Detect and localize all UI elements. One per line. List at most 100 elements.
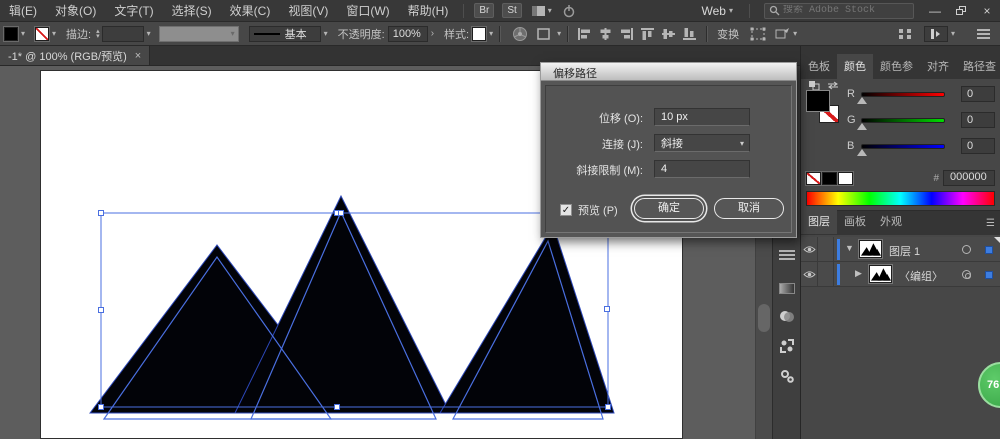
bounding-box-icon[interactable] (750, 27, 766, 41)
miter-limit-input[interactable] (654, 160, 750, 178)
fill-color-swatch[interactable] (3, 25, 19, 42)
panel-menu-icon[interactable]: ☰ (986, 218, 995, 234)
minimize-button[interactable]: — (922, 0, 948, 22)
isolate-selection-icon[interactable] (774, 27, 790, 41)
stroke-weight-field[interactable] (101, 25, 144, 42)
chevron-down-icon[interactable]: ▾ (557, 29, 561, 38)
tab-外观[interactable]: 外观 (873, 209, 909, 234)
expand-layer-icon[interactable]: ▼ (845, 243, 854, 253)
dialog-title[interactable]: 偏移路径 (541, 63, 796, 81)
opacity-panel-arrow-icon[interactable]: › (431, 28, 434, 39)
selection-indicator[interactable] (985, 271, 993, 279)
stock-button[interactable]: St (502, 3, 522, 18)
layer-thumbnail[interactable] (858, 239, 883, 259)
channel-slider[interactable] (861, 144, 945, 149)
actions-panel-icon[interactable] (779, 368, 795, 384)
tab-色板[interactable]: 色板 (801, 54, 837, 79)
tab-颜色[interactable]: 颜色 (837, 54, 873, 79)
arrange-documents-button[interactable]: ▾ (531, 5, 552, 16)
restore-button[interactable] (948, 0, 974, 22)
stroke-color-swatch[interactable] (34, 25, 51, 42)
shape-properties-icon[interactable] (536, 27, 552, 41)
align-top-icon[interactable] (640, 27, 655, 41)
align-vertical-center-icon[interactable] (661, 27, 676, 41)
tab-对齐[interactable]: 对齐 (920, 54, 956, 79)
menu-效果(C)[interactable]: 效果(C) (221, 0, 280, 22)
group-name[interactable]: 〈编组〉 (899, 268, 943, 284)
target-circle-double-icon[interactable] (962, 270, 971, 279)
chevron-down-icon[interactable]: ▾ (324, 29, 328, 38)
chevron-down-icon[interactable]: ▾ (489, 29, 493, 38)
align-right-icon[interactable] (619, 27, 634, 41)
transparency-panel-icon[interactable] (779, 308, 795, 324)
symbols-panel-icon[interactable] (779, 338, 795, 354)
scrollbar-thumb[interactable] (758, 304, 770, 332)
menu-对象(O)[interactable]: 对象(O) (46, 0, 105, 22)
gradient-panel-icon[interactable] (779, 283, 795, 294)
brush-definition-dropdown[interactable]: 基本 (248, 25, 321, 42)
layer-row[interactable]: ▶ 〈编组〉 (801, 262, 1000, 287)
workspace-switcher[interactable]: Web ▾ (692, 4, 743, 18)
visibility-toggle[interactable] (801, 262, 818, 287)
ok-button[interactable]: 确定 (634, 198, 704, 219)
menu-窗口(W)[interactable]: 窗口(W) (337, 0, 398, 22)
align-horizontal-center-icon[interactable] (598, 27, 613, 41)
color-spectrum-bar[interactable] (806, 191, 995, 206)
tab-图层[interactable]: 图层 (801, 209, 837, 234)
stroke-panel-icon[interactable] (779, 248, 795, 264)
search-input[interactable] (783, 5, 903, 16)
recolor-artwork-icon[interactable] (512, 26, 528, 42)
hex-color-field[interactable]: 000000 (943, 170, 995, 186)
preview-control[interactable]: ✓ 预览 (P) (560, 202, 618, 218)
transform-label[interactable]: 变换 (717, 26, 739, 42)
menu-视图(V)[interactable]: 视图(V) (279, 0, 337, 22)
chevron-down-icon[interactable]: ▾ (52, 29, 56, 38)
bridge-button[interactable]: Br (474, 3, 495, 18)
white-swatch[interactable] (837, 171, 854, 186)
gpu-performance-icon[interactable] (562, 4, 576, 18)
menu-选择(S)[interactable]: 选择(S) (163, 0, 221, 22)
selection-indicator[interactable] (985, 246, 993, 254)
tab-颜色参[interactable]: 颜色参 (873, 54, 920, 79)
slider-thumb[interactable] (857, 123, 867, 130)
lock-toggle-cell[interactable] (818, 262, 834, 287)
close-button[interactable]: × (974, 0, 1000, 22)
slider-thumb[interactable] (857, 149, 867, 156)
expand-group-icon[interactable]: ▶ (855, 268, 862, 279)
document-tab[interactable]: -1* @ 100% (RGB/预览) × (0, 46, 151, 65)
cancel-button[interactable]: 取消 (714, 198, 784, 219)
chevron-down-icon[interactable]: ▾ (951, 29, 955, 38)
menu-帮助(H)[interactable]: 帮助(H) (399, 0, 458, 22)
align-left-icon[interactable] (577, 27, 592, 41)
channel-value[interactable]: 0 (961, 138, 995, 154)
channel-value[interactable]: 0 (961, 86, 995, 102)
fill-stroke-indicator[interactable] (806, 90, 843, 127)
select-similar-icon[interactable] (898, 28, 912, 40)
target-circle-icon[interactable] (962, 245, 971, 254)
close-tab-icon[interactable]: × (135, 50, 141, 62)
layer-row[interactable]: ▼ 图层 1 (801, 237, 1000, 262)
chevron-down-icon[interactable]: ▾ (21, 29, 25, 38)
fill-black-indicator[interactable] (806, 90, 830, 112)
swap-fill-stroke-icon[interactable] (809, 81, 821, 90)
channel-slider[interactable] (861, 92, 945, 97)
menu-icon[interactable] (977, 28, 990, 39)
tab-路径查[interactable]: 路径查 (956, 54, 1000, 79)
chevron-down-icon[interactable]: ▾ (793, 29, 797, 38)
none-swatch[interactable] (805, 171, 822, 186)
group-thumbnail[interactable] (868, 264, 893, 284)
tab-画板[interactable]: 画板 (837, 209, 873, 234)
visibility-toggle[interactable] (801, 237, 818, 262)
style-swatch[interactable] (471, 25, 488, 42)
lock-toggle-cell[interactable] (818, 237, 834, 262)
search-box[interactable] (764, 2, 914, 19)
channel-value[interactable]: 0 (961, 112, 995, 128)
offset-input[interactable] (654, 108, 750, 126)
opacity-field[interactable]: 100% (387, 25, 428, 42)
layer-name[interactable]: 图层 1 (889, 243, 920, 259)
slider-thumb[interactable] (857, 97, 867, 104)
channel-slider[interactable] (861, 118, 945, 123)
menu-辑(E)[interactable]: 辑(E) (0, 0, 46, 22)
joins-select[interactable]: 斜接 ▾ (654, 134, 750, 152)
black-swatch[interactable] (821, 171, 838, 186)
